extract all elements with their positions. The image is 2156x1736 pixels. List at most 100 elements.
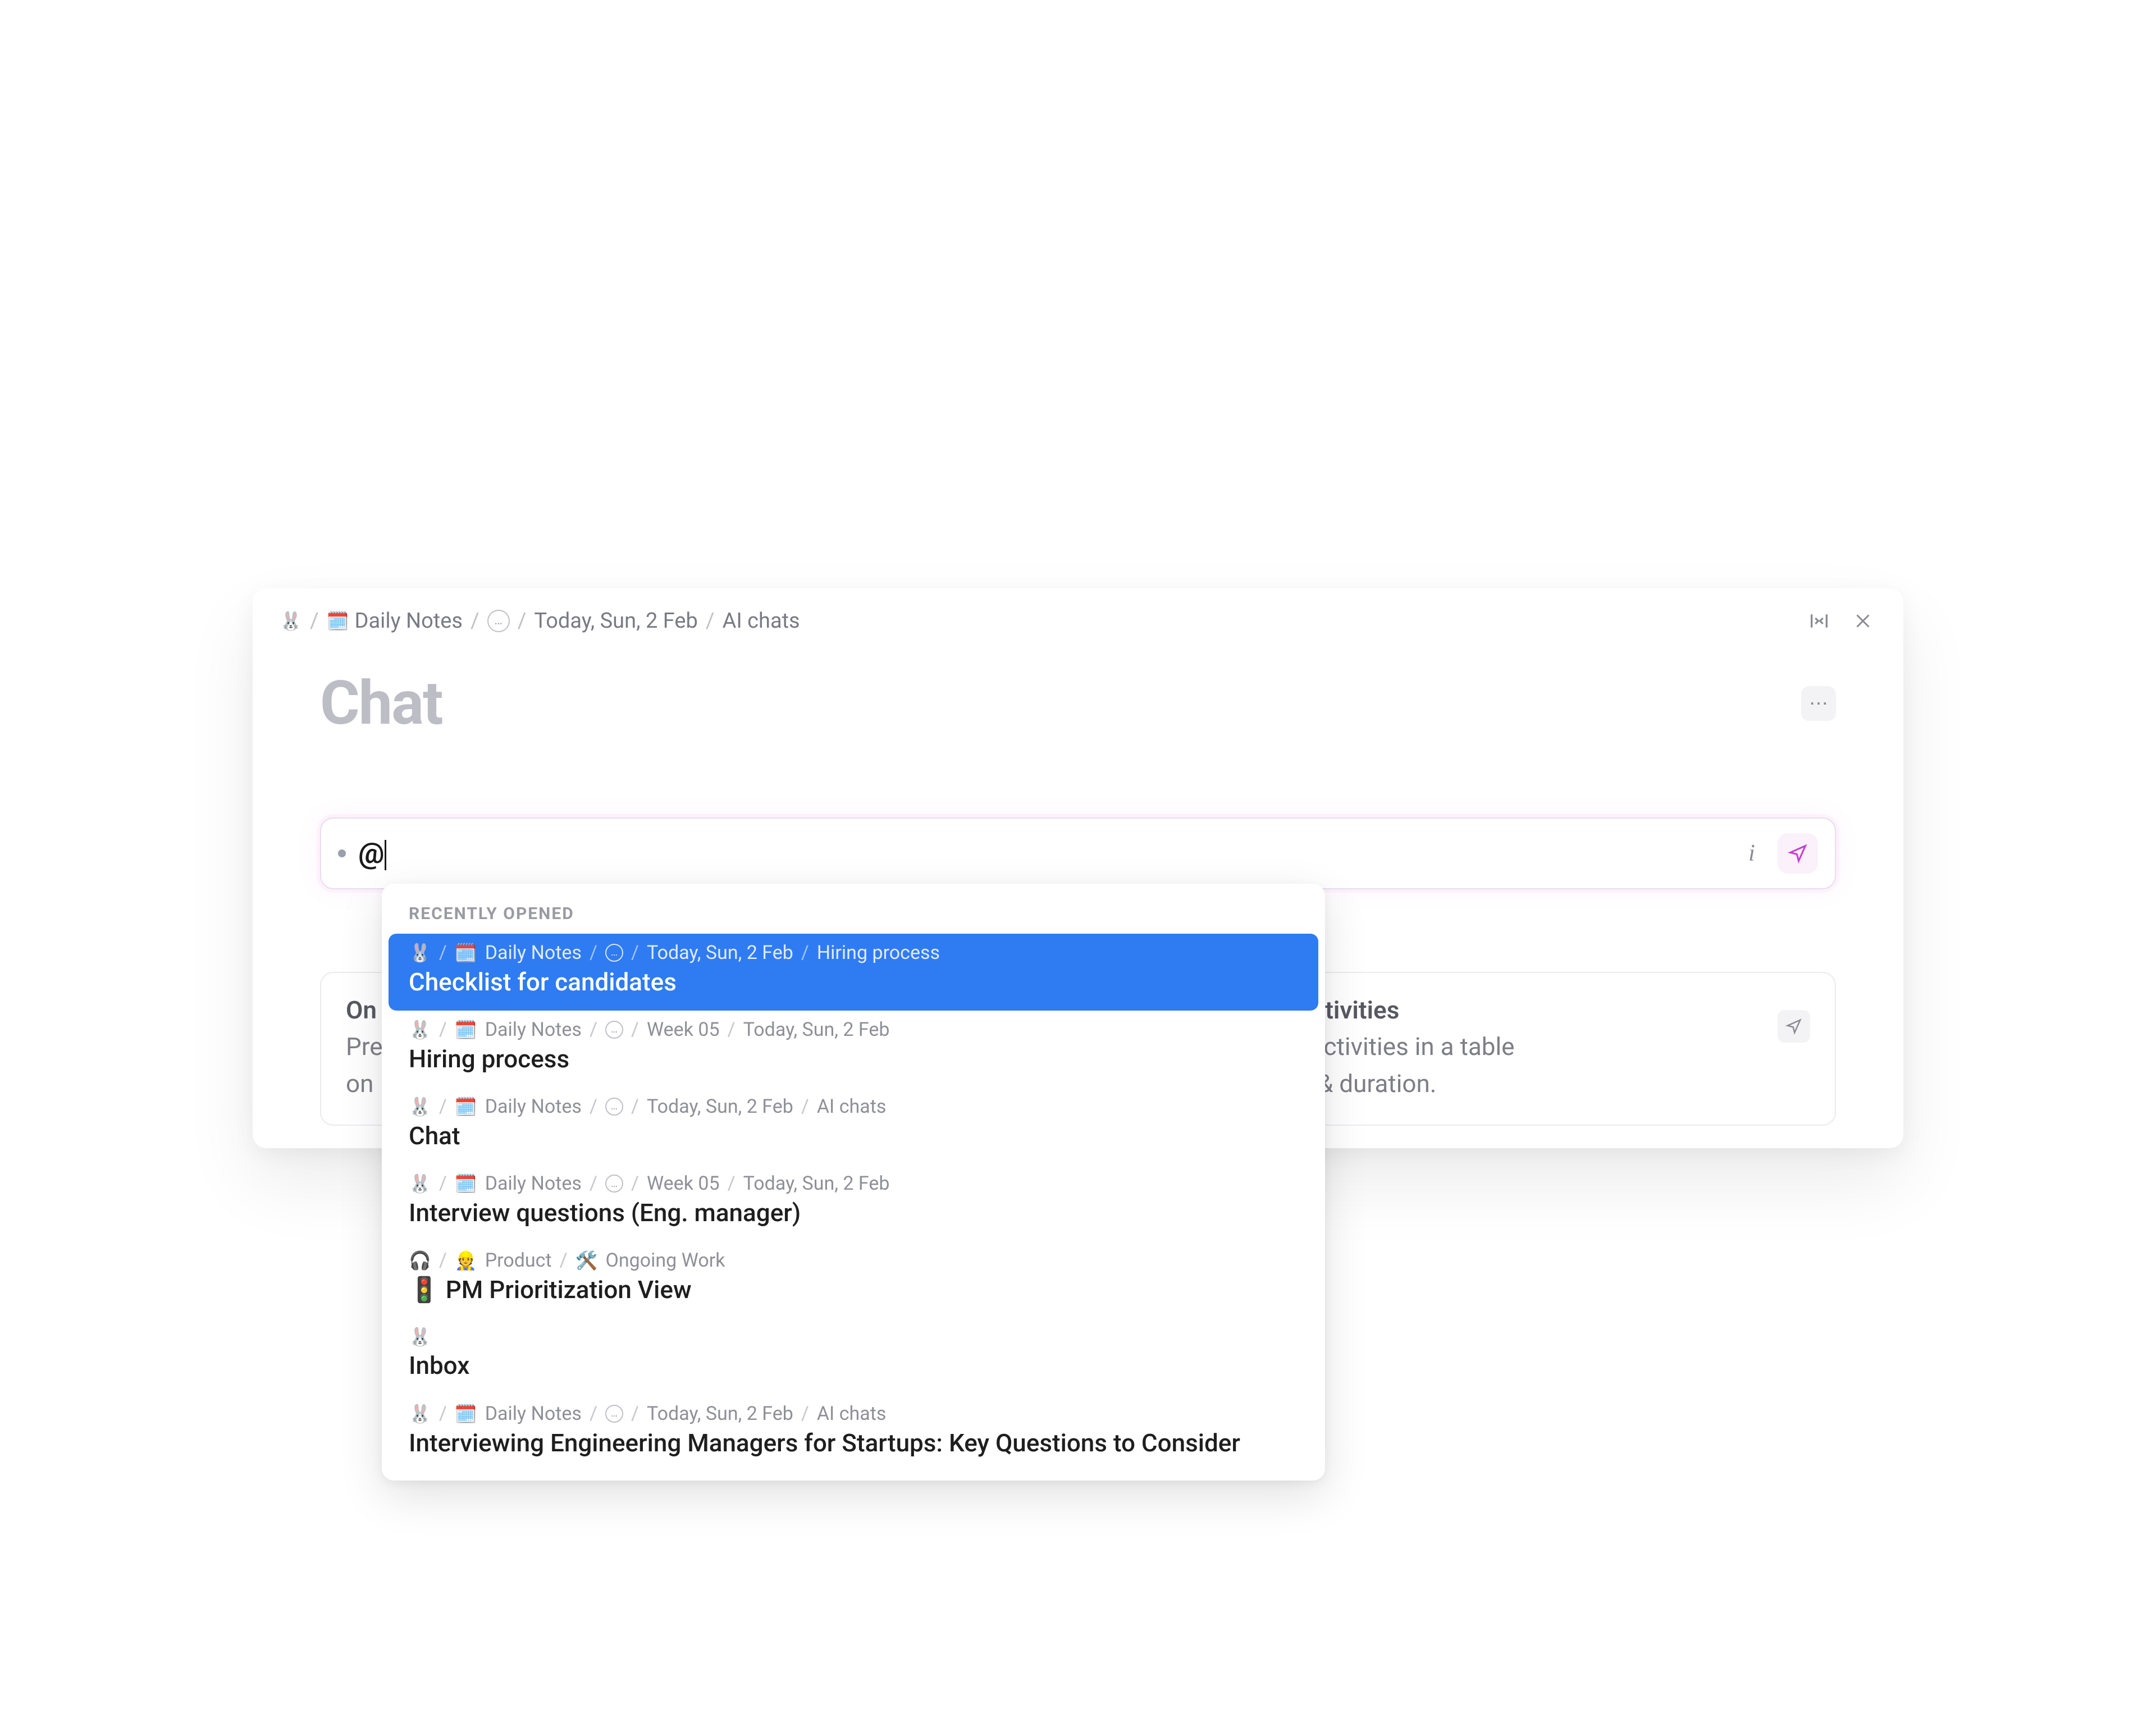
path-label: Product (485, 1249, 552, 1272)
path-separator: / (801, 1402, 809, 1425)
dropdown-item[interactable]: 🐰 Inbox (382, 1318, 1325, 1394)
mention-dropdown: RECENTLY OPENED 🐰 / 🗓️ Daily Notes / … / Today,… (382, 884, 1325, 1481)
page-title: Chat (320, 668, 442, 739)
header-bar: 🐰 / 🗓️ Daily Notes / … / Today, Sun, 2 F… (253, 588, 1903, 634)
dropdown-item-path: 🐰/🗓️Daily Notes/…/Today, Sun, 2 Feb/Hiri… (409, 942, 1298, 964)
path-separator: / (631, 1402, 639, 1425)
more-options-button[interactable]: ⋯ (1801, 686, 1836, 721)
header-actions (1806, 607, 1876, 634)
bullet-icon (338, 849, 346, 857)
path-icon: 🗓️ (455, 1403, 477, 1424)
dropdown-item[interactable]: 🐰/🗓️Daily Notes/…/Week 05/Today, Sun, 2 … (382, 1164, 1325, 1241)
path-label: Today, Sun, 2 Feb (647, 1095, 793, 1118)
path-separator: / (801, 942, 809, 964)
path-icon: 🐰 (409, 942, 431, 963)
expand-panel-icon (1808, 610, 1830, 632)
path-separator: / (560, 1249, 568, 1272)
dropdown-item-path: 🐰 (409, 1326, 1298, 1347)
path-icon: 🗓️ (455, 1019, 477, 1040)
path-label: AI chats (817, 1402, 887, 1425)
path-separator: / (590, 942, 597, 964)
path-label: Ongoing Work (605, 1249, 725, 1272)
path-separator: / (590, 1018, 597, 1041)
path-label: AI chats (817, 1095, 887, 1118)
card-desc-left2: on (346, 1069, 373, 1098)
path-icon: 🐰 (409, 1173, 431, 1194)
path-separator: / (801, 1095, 809, 1118)
dropdown-item-title: 🚦 PM Prioritization View (409, 1274, 1298, 1306)
dropdown-item-title: Interview questions (Eng. manager) (409, 1197, 1298, 1229)
path-separator: / (631, 1172, 639, 1195)
close-icon (1853, 611, 1873, 631)
send-button[interactable] (1778, 833, 1818, 874)
chat-input[interactable]: @ (358, 836, 1728, 870)
ellipsis-circle-icon: … (605, 1175, 623, 1193)
breadcrumb-separator: / (518, 609, 527, 633)
path-label: Daily Notes (485, 1018, 582, 1041)
dropdown-item[interactable]: 🐰/🗓️Daily Notes/…/Today, Sun, 2 Feb/Hiri… (389, 934, 1318, 1011)
path-label: Today, Sun, 2 Feb (743, 1172, 890, 1195)
path-separator: / (631, 1095, 639, 1118)
dropdown-item-title: Hiring process (409, 1043, 1298, 1075)
path-icon: 🗓️ (455, 1173, 477, 1194)
path-separator: / (590, 1402, 597, 1425)
dropdown-item-title: Inbox (409, 1350, 1298, 1382)
breadcrumb-label: Today, Sun, 2 Feb (534, 609, 698, 633)
breadcrumb-workspace[interactable]: 🐰 (280, 610, 302, 632)
dropdown-item[interactable]: 🐰/🗓️Daily Notes/…/Week 05/Today, Sun, 2 … (382, 1011, 1325, 1088)
path-icon: 🐰 (409, 1019, 431, 1040)
breadcrumb-ai-chats[interactable]: AI chats (723, 609, 800, 633)
path-label: Today, Sun, 2 Feb (743, 1018, 890, 1041)
ellipsis-circle-icon: … (605, 1405, 623, 1423)
path-icon: 🛠️ (575, 1250, 598, 1271)
path-icon: 🎧 (409, 1250, 431, 1271)
dropdown-section-label: RECENTLY OPENED (382, 897, 1325, 934)
workspace-icon: 🐰 (280, 610, 302, 632)
path-label: Daily Notes (485, 1095, 582, 1118)
breadcrumb-label: Daily Notes (355, 609, 463, 633)
expand-panel-button[interactable] (1806, 607, 1833, 634)
ellipsis-icon: ⋯ (1809, 692, 1828, 715)
dropdown-item[interactable]: 🐰/🗓️Daily Notes/…/Today, Sun, 2 Feb/AI c… (382, 1088, 1325, 1164)
path-icon: 👷 (455, 1250, 477, 1271)
close-button[interactable] (1849, 607, 1876, 634)
path-label: Daily Notes (485, 942, 582, 964)
dropdown-item[interactable]: 🐰/🗓️Daily Notes/…/Today, Sun, 2 Feb/AI c… (382, 1395, 1325, 1472)
card-title-left: On (346, 995, 377, 1025)
breadcrumb-separator: / (310, 609, 319, 633)
chat-input-container: @ i RECENTLY OPENED 🐰/🗓️Daily Notes/…/To… (320, 817, 1836, 889)
path-label: Hiring process (817, 942, 940, 964)
dropdown-item-path: 🐰/🗓️Daily Notes/…/Week 05/Today, Sun, 2 … (409, 1172, 1298, 1195)
path-icon: 🐰 (409, 1096, 431, 1117)
breadcrumb: 🐰 / 🗓️ Daily Notes / … / Today, Sun, 2 F… (280, 609, 1806, 633)
chat-input-box[interactable]: @ i (320, 817, 1836, 889)
breadcrumb-today[interactable]: Today, Sun, 2 Feb (534, 609, 698, 633)
path-separator: / (439, 942, 447, 964)
path-label: Daily Notes (485, 1172, 582, 1195)
ellipsis-circle-icon: … (605, 1021, 623, 1039)
send-icon (1788, 843, 1808, 864)
path-label: Week 05 (647, 1172, 720, 1195)
path-icon: 🐰 (409, 1326, 431, 1347)
dropdown-item-path: 🐰/🗓️Daily Notes/…/Today, Sun, 2 Feb/AI c… (409, 1095, 1298, 1118)
card-desc-left1: Pre (346, 1032, 383, 1061)
text-caret (385, 840, 386, 870)
path-icon: 🐰 (409, 1403, 431, 1424)
suggestion-send-button[interactable] (1778, 1010, 1810, 1043)
dropdown-item[interactable]: 🎧/👷Product/🛠️Ongoing Work🚦 PM Prioritiza… (382, 1241, 1325, 1318)
breadcrumb-separator: / (471, 609, 479, 633)
breadcrumb-separator: / (706, 609, 715, 633)
path-separator: / (590, 1172, 597, 1195)
path-label: Today, Sun, 2 Feb (647, 942, 793, 964)
info-icon[interactable]: i (1741, 840, 1763, 867)
dropdown-item-path: 🎧/👷Product/🛠️Ongoing Work (409, 1249, 1298, 1272)
breadcrumb-daily-notes[interactable]: 🗓️ Daily Notes (327, 609, 463, 633)
breadcrumb-collapsed[interactable]: … (487, 610, 510, 632)
dropdown-item-title: Interviewing Engineering Managers for St… (409, 1427, 1298, 1459)
path-icon: 🗓️ (455, 942, 477, 963)
app-window: 🐰 / 🗓️ Daily Notes / … / Today, Sun, 2 F… (253, 588, 1903, 1148)
path-separator: / (631, 942, 639, 964)
breadcrumb-label: AI chats (723, 609, 800, 633)
ellipsis-circle-icon: … (605, 1098, 623, 1116)
path-separator: / (631, 1018, 639, 1041)
